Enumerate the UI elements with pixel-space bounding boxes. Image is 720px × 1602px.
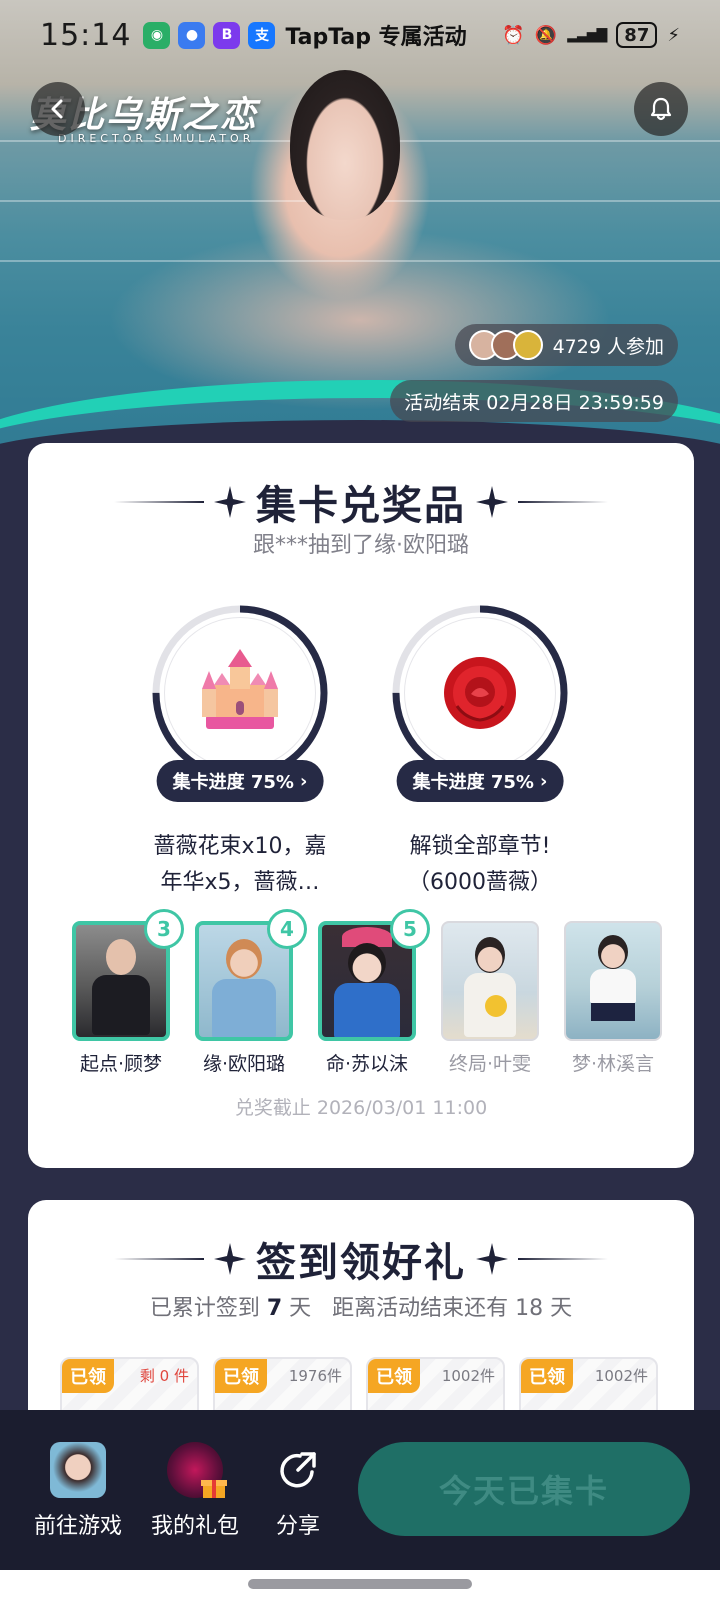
card-count-badge: 5 [390,909,430,949]
checkin-summary: 已累计签到 7 天 距离活动结束还有 18 天 [28,1290,694,1322]
game-logo-subtitle: DIRECTOR SIMULATOR [58,132,255,145]
status-bar: 15:14 ◉ ● B 支 TapTap 专属活动 ⏰ 🔕 ▂▃▅▇ 87 ⚡ [0,0,720,70]
notification-button[interactable] [634,82,688,136]
character-card[interactable]: 5 命·苏以沫 [318,909,430,1076]
character-name: 命·苏以沫 [325,1053,409,1075]
checkin-remaining: 距离活动结束还有 18 天 [332,1296,573,1321]
character-cards-row: 3 起点·顾梦 4 缘·欧阳璐 5 命·苏以沫 终局·叶雯 梦·林溪言 [72,909,662,1076]
gift-stock: 1002件 [594,1367,648,1385]
prize-item[interactable]: 集卡进度 75% › 解锁全部章节! （6000蔷薇） [370,603,590,901]
character-photo [564,921,662,1041]
character-name: 梦·林溪言 [571,1053,655,1075]
card-count-badge: 3 [144,909,184,949]
gift-box-icon [167,1442,227,1498]
checkin-days: 7 [266,1296,283,1321]
share-icon [280,1452,316,1488]
chevron-right-icon: › [539,770,548,792]
character-card[interactable]: 4 缘·欧阳璐 [195,909,307,1076]
character-name: 缘·欧阳璐 [202,1053,286,1075]
battery-indicator: 87 [616,22,658,48]
participants-pill: 4729 人参加 [454,324,678,366]
share-button[interactable]: 分享 [238,1442,358,1540]
castle-icon [202,649,278,729]
end-time-pill: 活动结束 02月28日 23:59:59 [390,380,678,422]
home-indicator[interactable] [248,1579,472,1589]
chevron-right-icon: › [299,770,308,792]
game-avatar-icon [50,1442,106,1498]
avatar [512,330,543,360]
my-gifts-label: 我的礼包 [150,1514,239,1539]
claimed-tag: 已领 [368,1359,420,1393]
prize-item[interactable]: 集卡进度 75% › 蔷薇花束x10，嘉 年华x5，蔷薇… [130,603,350,901]
gift-stock: 1976件 [288,1367,342,1385]
status-time: 15:14 [40,17,132,53]
character-card[interactable]: 3 起点·顾梦 [72,909,184,1076]
mute-icon: 🔕 [534,24,558,46]
sparkle-icon [476,486,508,518]
rose-icon [444,657,516,729]
signal-icon: ▂▃▅▇ [567,27,607,43]
character-photo [441,921,539,1041]
prize-desc-line1: 蔷薇花束x10，嘉 [153,834,327,859]
gift-stock: 剩 0 件 [139,1367,189,1385]
claimed-tag: 已领 [62,1359,114,1393]
alipay-icon: 支 [248,21,276,49]
charging-icon: ⚡ [667,24,680,46]
character-name: 起点·顾梦 [79,1053,163,1075]
status-title: TapTap 专属活动 [285,25,467,50]
sparkle-icon [214,486,246,518]
checkin-days-prefix: 已累计签到 [149,1296,260,1321]
chevron-left-icon [51,99,63,119]
collect-progress-button[interactable]: 集卡进度 75% › [156,760,324,802]
collect-progress-button[interactable]: 集卡进度 75% › [396,760,564,802]
section-title: 集卡兑奖品 [28,473,694,531]
character-card[interactable]: 梦·林溪言 [564,921,662,1076]
collected-today-button[interactable]: 今天已集卡 [358,1442,690,1536]
message-icon: ● [178,21,206,49]
sparkle-icon [476,1243,508,1275]
card-count-badge: 4 [267,909,307,949]
sparkle-icon [214,1243,246,1275]
alarm-icon: ⏰ [502,24,525,46]
go-to-game-button[interactable]: 前往游戏 [18,1442,138,1540]
bottom-action-bar: 前往游戏 我的礼包 分享 今天已集卡 [0,1410,720,1570]
bell-icon [650,97,672,121]
wechat-icon: ◉ [143,21,171,49]
go-to-game-label: 前往游戏 [33,1514,122,1539]
checkin-days-unit: 天 [289,1296,312,1321]
claimed-tag: 已领 [215,1359,267,1393]
my-gifts-button[interactable]: 我的礼包 [135,1442,255,1540]
claimed-tag: 已领 [521,1359,573,1393]
share-label: 分享 [275,1514,320,1539]
collect-cards-section: 集卡兑奖品 跟***抽到了缘·欧阳璐 集卡进度 75% › 蔷薇花束x10，嘉 … [28,443,694,1168]
participants-count: 4729 人参加 [552,335,664,358]
hero-character-image [290,70,400,220]
main-button-label: 今天已集卡 [438,1472,609,1510]
gift-stock: 1002件 [441,1367,495,1385]
redeem-deadline: 兑奖截止 2026/03/01 11:00 [234,1097,488,1119]
character-name: 终局·叶雯 [448,1053,532,1075]
collect-subtitle: 跟***抽到了缘·欧阳璐 [253,533,469,558]
checkin-title: 签到领好礼 [256,1240,466,1286]
back-button[interactable] [31,82,85,136]
progress-label: 集卡进度 75% [172,772,294,793]
collect-title: 集卡兑奖品 [256,483,466,529]
section-title: 签到领好礼 [28,1230,694,1288]
character-card[interactable]: 终局·叶雯 [441,921,539,1076]
prize-desc-line2: 年华x5，蔷薇… [160,870,320,895]
progress-label: 集卡进度 75% [412,772,534,793]
activity-end-time: 活动结束 02月28日 23:59:59 [404,391,664,414]
prize-desc-line1: 解锁全部章节! [409,834,551,859]
bank-icon: B [213,21,241,49]
prize-desc-line2: （6000蔷薇） [408,870,552,895]
